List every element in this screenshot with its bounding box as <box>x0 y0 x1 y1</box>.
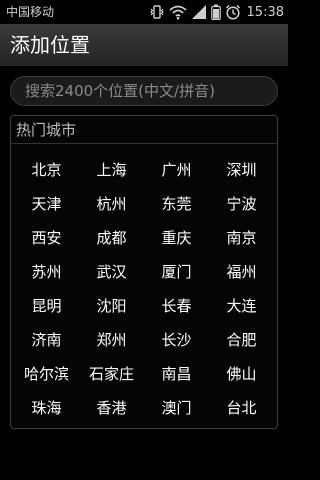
city-item[interactable]: 郑州 <box>79 322 144 356</box>
city-item[interactable]: 上海 <box>79 152 144 186</box>
hot-cities-title: 热门城市 <box>16 121 77 139</box>
search-box <box>10 76 278 106</box>
status-clock: 15:38 <box>246 4 284 20</box>
city-item[interactable]: 澳门 <box>144 390 209 424</box>
search-input[interactable] <box>11 77 277 105</box>
city-item[interactable]: 南昌 <box>144 356 209 390</box>
city-item[interactable]: 济南 <box>14 322 79 356</box>
vibrate-icon <box>149 5 164 19</box>
battery-icon <box>210 4 221 20</box>
city-item[interactable]: 杭州 <box>79 186 144 220</box>
signal-icon <box>191 5 206 19</box>
hot-cities-header: 热门城市 <box>11 116 277 144</box>
title-bar: 添加位置 <box>0 24 288 66</box>
city-item[interactable]: 长春 <box>144 288 209 322</box>
city-grid: 北京 上海 广州 深圳 天津 杭州 东莞 宁波 西安 成都 重庆 南京 苏州 武… <box>14 152 274 424</box>
city-item[interactable]: 长沙 <box>144 322 209 356</box>
city-item[interactable]: 西安 <box>14 220 79 254</box>
city-item[interactable]: 广州 <box>144 152 209 186</box>
city-item[interactable]: 昆明 <box>14 288 79 322</box>
status-icons: 15:38 <box>149 0 284 24</box>
city-item[interactable]: 武汉 <box>79 254 144 288</box>
wifi-icon <box>168 5 187 20</box>
city-item[interactable]: 福州 <box>209 254 274 288</box>
city-item[interactable]: 成都 <box>79 220 144 254</box>
city-item[interactable]: 宁波 <box>209 186 274 220</box>
page-title: 添加位置 <box>10 33 90 57</box>
hot-cities-panel: 热门城市 北京 上海 广州 深圳 天津 杭州 东莞 宁波 西安 成都 重庆 南京… <box>10 115 278 429</box>
city-item[interactable]: 大连 <box>209 288 274 322</box>
city-item[interactable]: 北京 <box>14 152 79 186</box>
city-item[interactable]: 合肥 <box>209 322 274 356</box>
city-item[interactable]: 石家庄 <box>79 356 144 390</box>
city-item[interactable]: 香港 <box>79 390 144 424</box>
city-item[interactable]: 东莞 <box>144 186 209 220</box>
city-item[interactable]: 厦门 <box>144 254 209 288</box>
city-item[interactable]: 苏州 <box>14 254 79 288</box>
carrier-name: 中国移动 <box>6 5 55 19</box>
city-item[interactable]: 哈尔滨 <box>14 356 79 390</box>
city-item[interactable]: 南京 <box>209 220 274 254</box>
alarm-icon <box>225 4 240 20</box>
city-item[interactable]: 重庆 <box>144 220 209 254</box>
city-item[interactable]: 珠海 <box>14 390 79 424</box>
city-item[interactable]: 深圳 <box>209 152 274 186</box>
city-item[interactable]: 天津 <box>14 186 79 220</box>
city-item[interactable]: 沈阳 <box>79 288 144 322</box>
city-item[interactable]: 台北 <box>209 390 274 424</box>
status-bar: 中国移动 15:38 <box>0 0 288 24</box>
city-item[interactable]: 佛山 <box>209 356 274 390</box>
